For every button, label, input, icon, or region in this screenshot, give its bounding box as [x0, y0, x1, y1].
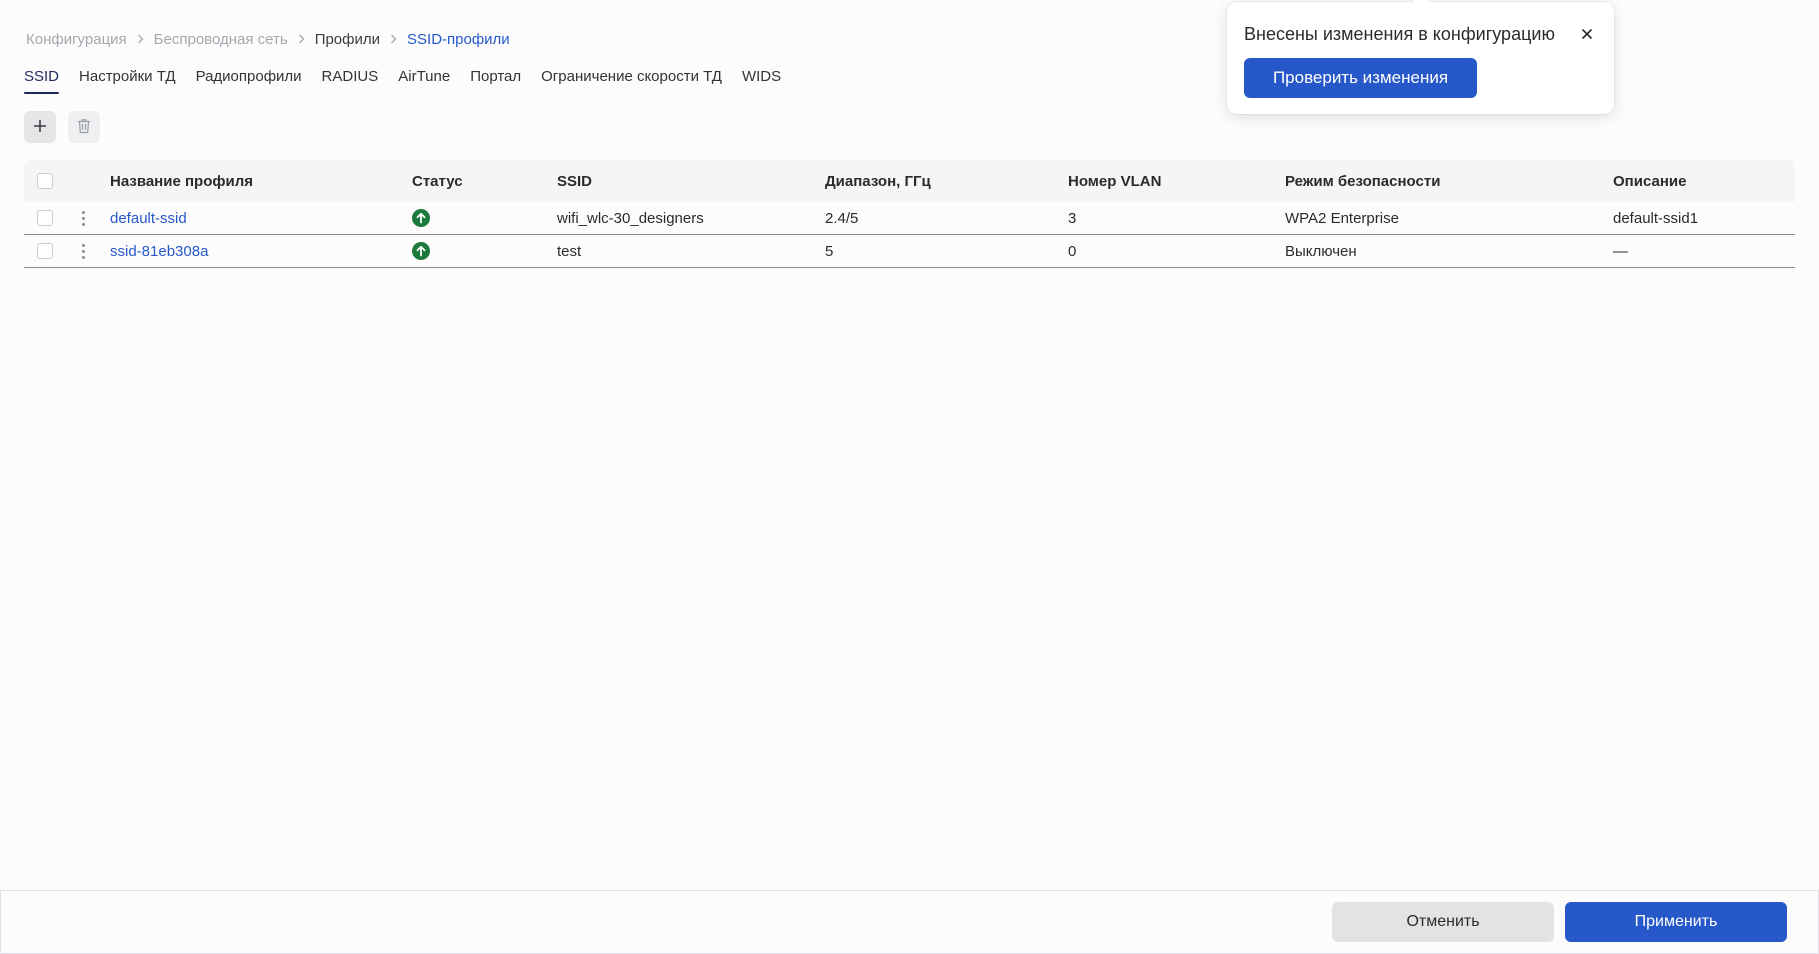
review-changes-button[interactable]: Проверить изменения — [1244, 58, 1477, 98]
select-all-checkbox[interactable] — [37, 173, 53, 189]
plus-icon — [32, 118, 48, 137]
profile-name-link[interactable]: default-ssid — [110, 210, 187, 227]
popup-title: Внесены изменения в конфигурацию — [1244, 24, 1555, 44]
column-header-description[interactable]: Описание — [1613, 173, 1686, 190]
tab-ssid[interactable]: SSID — [24, 68, 60, 94]
close-icon[interactable] — [1578, 25, 1596, 43]
tab-ap-rate-limit[interactable]: Ограничение скорости ТД — [541, 68, 722, 92]
security-value: WPA2 Enterprise — [1285, 209, 1399, 227]
security-value: Выключен — [1285, 242, 1357, 260]
tab-radio-profiles[interactable]: Радиопрофили — [196, 68, 302, 92]
band-value: 5 — [825, 242, 834, 260]
description-value: default-ssid1 — [1613, 209, 1699, 227]
row-checkbox[interactable] — [37, 243, 53, 259]
config-changes-popup: Внесены изменения в конфигурацию Провери… — [1227, 2, 1614, 114]
footer-bar: Отменить Применить — [0, 890, 1819, 954]
breadcrumb-item-ssid-profiles: SSID-профили — [407, 30, 510, 48]
table-row[interactable]: ssid-81eb308a test 5 0 Выключен — — [24, 235, 1795, 268]
status-up-icon — [412, 242, 430, 260]
breadcrumb-item-wireless[interactable]: Беспроводная сеть — [154, 31, 288, 48]
tab-radius[interactable]: RADIUS — [322, 68, 379, 92]
ssid-value: wifi_wlc-30_designers — [557, 209, 704, 227]
column-header-name[interactable]: Название профиля — [110, 173, 253, 190]
row-checkbox[interactable] — [37, 210, 53, 226]
band-value: 2.4/5 — [825, 209, 859, 227]
apply-button[interactable]: Применить — [1565, 902, 1787, 942]
breadcrumb-item-configuration[interactable]: Конфигурация — [26, 31, 127, 48]
status-up-icon — [412, 209, 430, 227]
tab-bar: SSID Настройки ТД Радиопрофили RADIUS Ai… — [24, 68, 801, 94]
tab-wids[interactable]: WIDS — [742, 68, 781, 92]
description-value: — — [1613, 242, 1628, 260]
ssid-value: test — [557, 242, 582, 260]
chevron-right-icon — [137, 34, 144, 44]
tab-portal[interactable]: Портал — [470, 68, 521, 92]
tab-ap-settings[interactable]: Настройки ТД — [79, 68, 176, 92]
delete-button[interactable] — [68, 111, 100, 143]
more-vertical-icon[interactable] — [82, 243, 85, 259]
table-header-row: Название профиля Статус SSID Диапазон, Г… — [24, 160, 1795, 202]
chevron-right-icon — [390, 34, 397, 44]
column-header-ssid[interactable]: SSID — [557, 173, 592, 190]
tab-airtune[interactable]: AirTune — [398, 68, 450, 92]
profile-name-link[interactable]: ssid-81eb308a — [110, 243, 208, 260]
column-header-status[interactable]: Статус — [412, 173, 463, 190]
ssid-profiles-table: Название профиля Статус SSID Диапазон, Г… — [24, 160, 1795, 268]
column-header-security[interactable]: Режим безопасности — [1285, 173, 1440, 190]
breadcrumb-item-profiles[interactable]: Профили — [315, 31, 380, 48]
vlan-value: 3 — [1068, 209, 1077, 227]
column-header-band[interactable]: Диапазон, ГГц — [825, 173, 931, 190]
trash-icon — [77, 118, 91, 137]
add-button[interactable] — [24, 111, 56, 143]
column-header-vlan[interactable]: Номер VLAN — [1068, 173, 1161, 190]
vlan-value: 0 — [1068, 242, 1077, 260]
breadcrumb: Конфигурация Беспроводная сеть Профили S… — [26, 28, 510, 50]
chevron-right-icon — [298, 34, 305, 44]
cancel-button[interactable]: Отменить — [1332, 902, 1554, 942]
table-row[interactable]: default-ssid wifi_wlc-30_designers 2.4/5… — [24, 202, 1795, 235]
table-toolbar — [24, 111, 100, 143]
more-vertical-icon[interactable] — [82, 210, 85, 226]
